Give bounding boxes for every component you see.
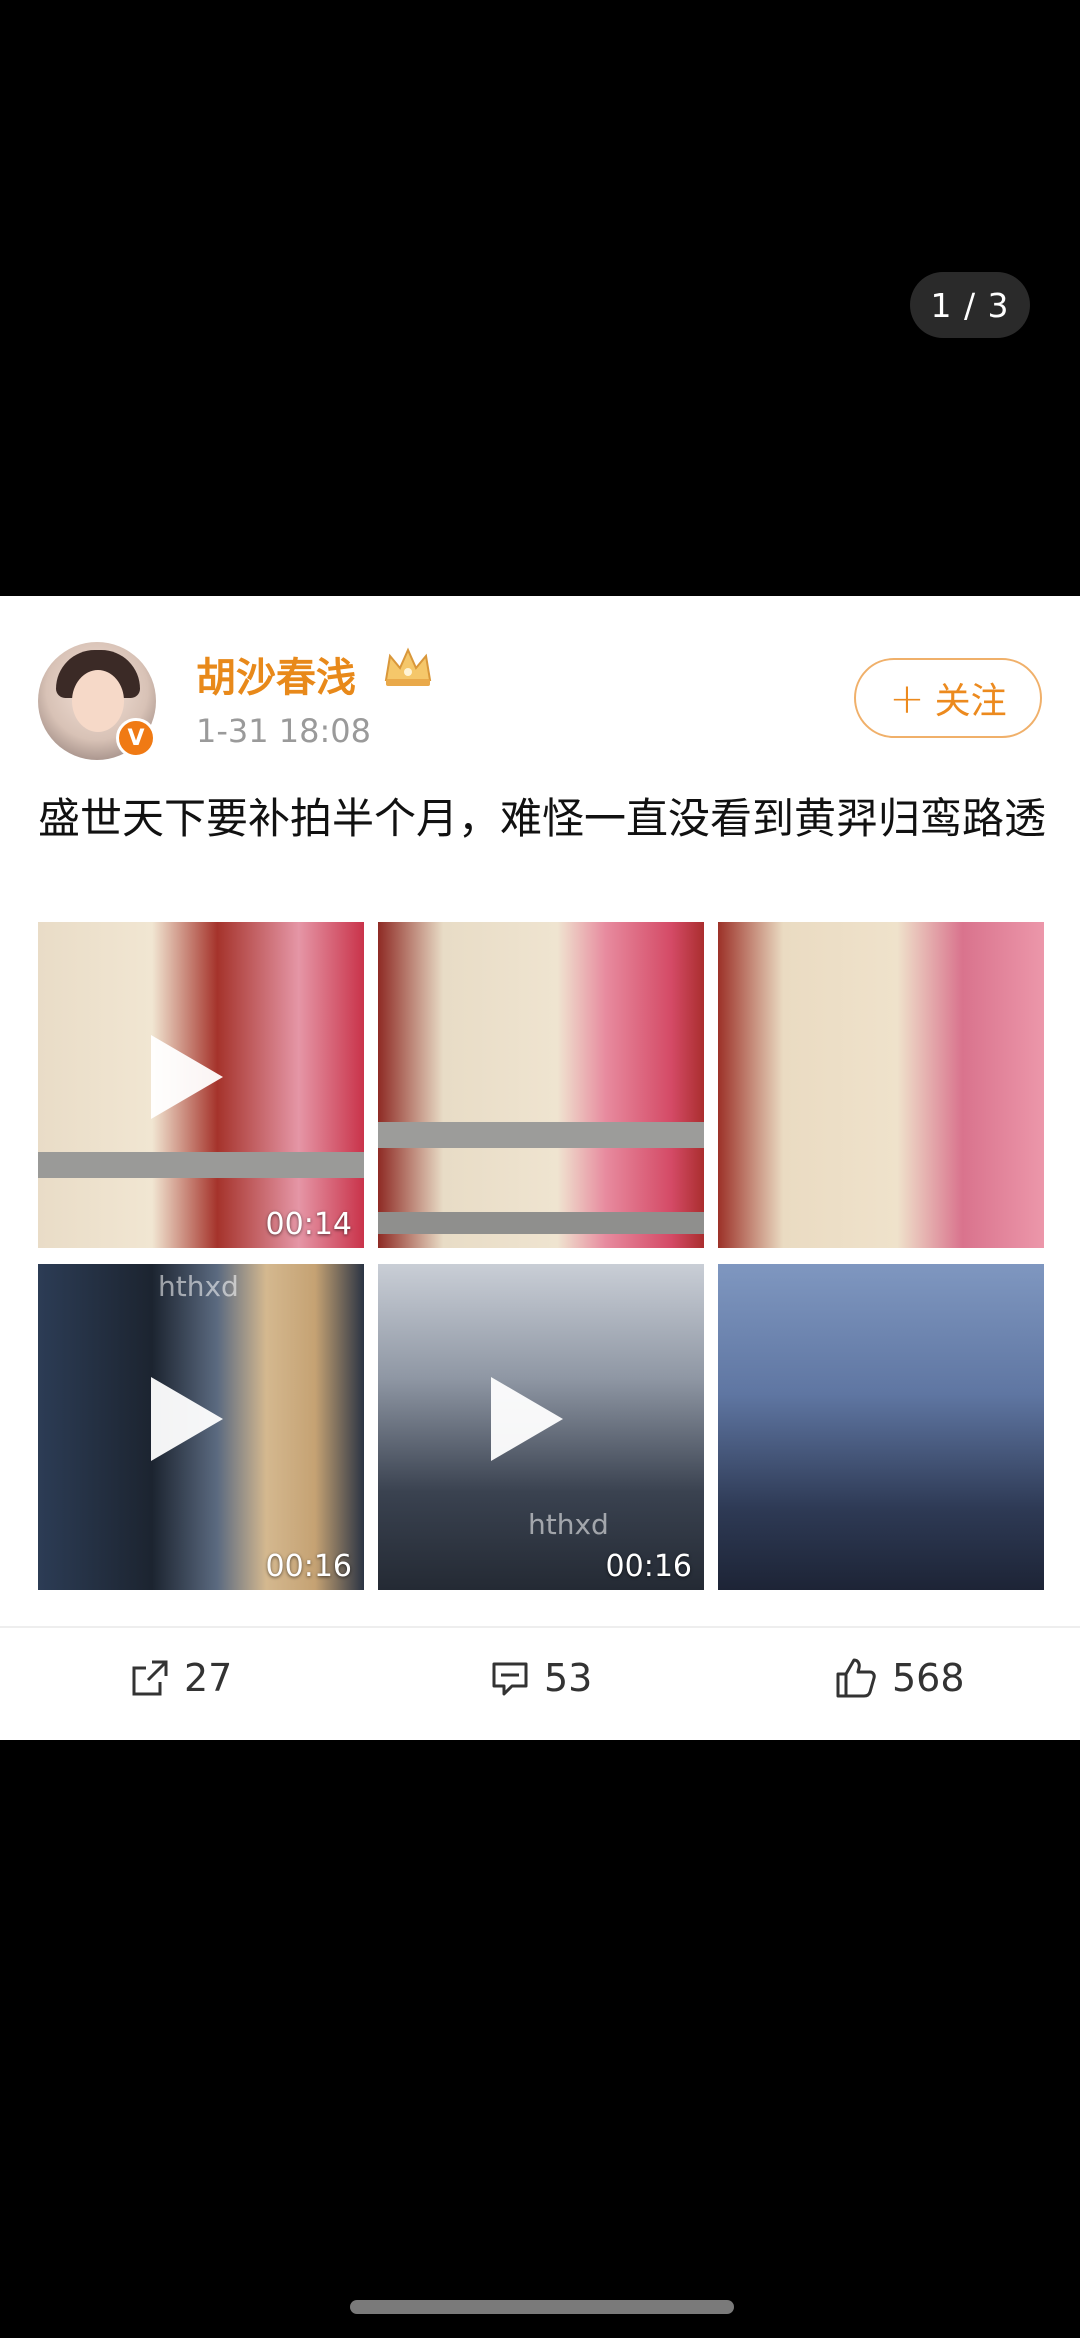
video-duration: 00:16 xyxy=(605,1549,692,1584)
comment-count: 53 xyxy=(544,1656,593,1700)
video-duration: 00:14 xyxy=(265,1207,352,1242)
watermark: hthxd xyxy=(528,1508,609,1541)
media-tile-4[interactable]: hthxd 00:16 xyxy=(38,1264,364,1590)
media-tile-1[interactable]: 00:14 xyxy=(38,922,364,1248)
like-button[interactable]: 568 xyxy=(834,1640,965,1716)
repost-button[interactable]: 27 xyxy=(130,1640,232,1716)
media-tile-3[interactable] xyxy=(718,922,1044,1248)
comment-icon xyxy=(492,1662,528,1696)
author-name[interactable]: 胡沙春浅 xyxy=(196,645,356,703)
share-icon xyxy=(132,1660,168,1696)
home-indicator[interactable] xyxy=(350,2300,734,2314)
avatar-face xyxy=(72,670,124,732)
media-tile-2[interactable] xyxy=(378,922,704,1248)
media-tile-5[interactable]: hthxd 00:16 xyxy=(378,1264,704,1590)
follow-button[interactable]: + 关注 xyxy=(854,658,1042,738)
action-bar: 27 53 568 xyxy=(0,1640,1080,1716)
divider xyxy=(0,1626,1080,1628)
post-time: 1-31 18:08 xyxy=(196,712,372,750)
play-icon xyxy=(491,1377,563,1461)
play-icon xyxy=(151,1035,223,1119)
verified-badge-icon: V xyxy=(116,718,156,758)
plus-icon: + xyxy=(889,673,925,723)
watermark: hthxd xyxy=(158,1270,239,1303)
play-icon xyxy=(151,1377,223,1461)
follow-label: 关注 xyxy=(934,681,1007,722)
video-duration: 00:16 xyxy=(265,1549,352,1584)
crown-icon xyxy=(384,647,432,686)
comment-button[interactable]: 53 xyxy=(490,1640,592,1716)
image-counter: 1 / 3 xyxy=(910,272,1030,338)
media-tile-6[interactable] xyxy=(718,1264,1044,1590)
like-count: 568 xyxy=(892,1656,965,1700)
post-text: 盛世天下要补拍半个月，难怪一直没看到黄羿归鸾路透 xyxy=(38,794,1047,843)
repost-count: 27 xyxy=(184,1656,233,1700)
thumbs-up-icon xyxy=(836,1658,876,1698)
